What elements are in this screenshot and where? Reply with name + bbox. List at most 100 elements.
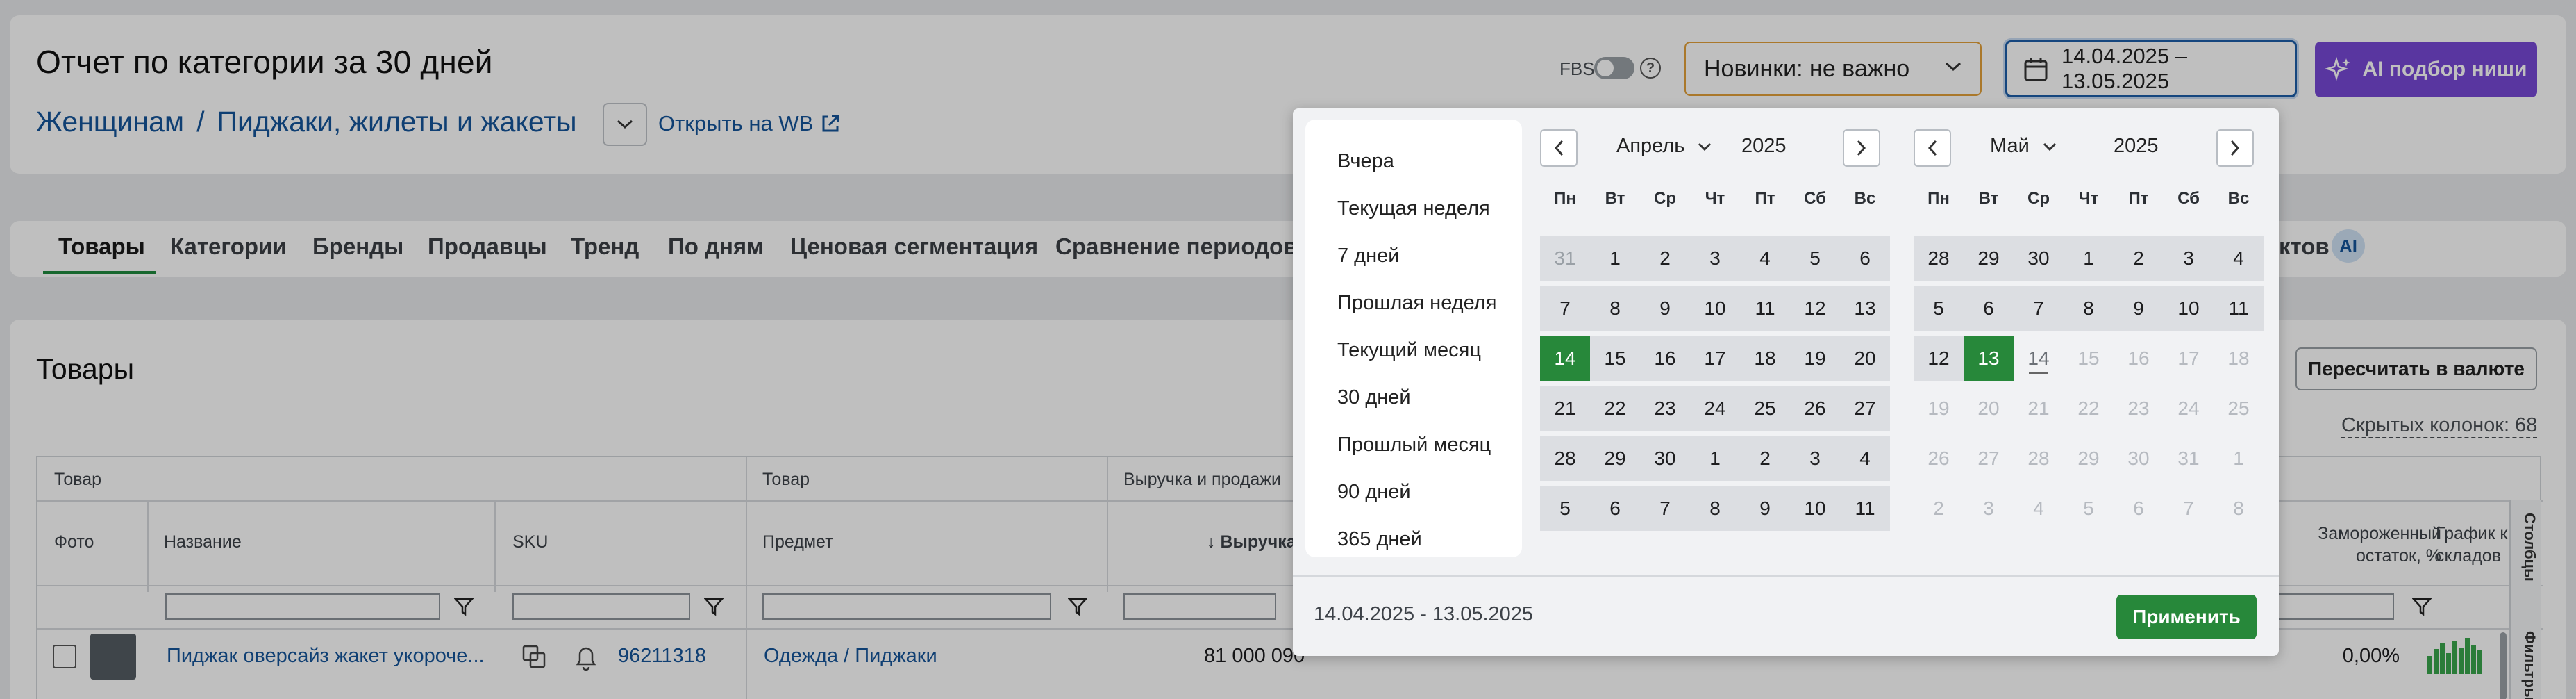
calendar-day[interactable]: 8 (1690, 486, 1740, 531)
calendar-day[interactable]: 8 (2214, 486, 2264, 531)
calendar-day[interactable]: 11 (2214, 286, 2264, 331)
preset-current-month[interactable]: Текущий месяц (1337, 339, 1481, 362)
calendar-day[interactable]: 4 (1740, 236, 1790, 281)
calendar-day[interactable]: 2 (1914, 486, 1964, 531)
calendar-day[interactable]: 7 (1540, 286, 1590, 331)
calendar-day[interactable]: 23 (2114, 386, 2164, 431)
calendar-day[interactable]: 5 (1540, 486, 1590, 531)
calendar-day[interactable]: 19 (1790, 336, 1840, 381)
calendar-day[interactable]: 24 (1690, 386, 1740, 431)
calendar-day[interactable]: 15 (2064, 336, 2114, 381)
prev-month-button[interactable] (1540, 129, 1578, 167)
calendar-day-today[interactable]: 14 (2014, 336, 2064, 381)
calendar-day[interactable]: 27 (1840, 386, 1890, 431)
calendar-day[interactable]: 22 (1590, 386, 1640, 431)
next-month-button[interactable] (1843, 129, 1880, 167)
calendar-day[interactable]: 5 (1914, 286, 1964, 331)
next-month-button-right[interactable] (2216, 129, 2254, 167)
calendar-day[interactable]: 11 (1840, 486, 1890, 531)
calendar-day[interactable]: 18 (2214, 336, 2264, 381)
preset-current-week[interactable]: Текущая неделя (1337, 197, 1490, 220)
calendar-day[interactable]: 8 (2064, 286, 2114, 331)
calendar-day[interactable]: 18 (1740, 336, 1790, 381)
calendar-day[interactable]: 2 (1640, 236, 1690, 281)
left-year-label[interactable]: 2025 (1741, 135, 1787, 158)
calendar-day[interactable]: 28 (1914, 236, 1964, 281)
preset-last-week[interactable]: Прошлая неделя (1337, 292, 1496, 315)
calendar-day[interactable]: 2 (2114, 236, 2164, 281)
calendar-day[interactable]: 19 (1914, 386, 1964, 431)
calendar-day[interactable]: 1 (1590, 236, 1640, 281)
calendar-day[interactable]: 7 (2014, 286, 2064, 331)
calendar-day[interactable]: 23 (1640, 386, 1690, 431)
right-year-label[interactable]: 2025 (2114, 135, 2159, 158)
calendar-day[interactable]: 5 (1790, 236, 1840, 281)
calendar-day[interactable]: 29 (2064, 436, 2114, 481)
calendar-day[interactable]: 7 (2164, 486, 2214, 531)
left-month-select[interactable]: Апрель (1616, 135, 1712, 158)
calendar-day[interactable]: 21 (1540, 386, 1590, 431)
calendar-day[interactable]: 21 (2014, 386, 2064, 431)
calendar-day[interactable]: 16 (2114, 336, 2164, 381)
calendar-day[interactable]: 20 (1964, 386, 2014, 431)
calendar-day[interactable]: 25 (2214, 386, 2264, 431)
prev-month-button-right[interactable] (1914, 129, 1951, 167)
preset-last-month[interactable]: Прошлый месяц (1337, 434, 1491, 457)
calendar-day[interactable]: 17 (2164, 336, 2214, 381)
calendar-day[interactable]: 30 (2014, 236, 2064, 281)
calendar-day[interactable]: 3 (1690, 236, 1740, 281)
calendar-day[interactable]: 9 (1640, 286, 1690, 331)
preset-yesterday[interactable]: Вчера (1337, 150, 1394, 173)
calendar-day[interactable]: 3 (1790, 436, 1840, 481)
calendar-day[interactable]: 6 (2114, 486, 2164, 531)
calendar-day[interactable]: 8 (1590, 286, 1640, 331)
calendar-day[interactable]: 26 (1914, 436, 1964, 481)
calendar-day[interactable]: 17 (1690, 336, 1740, 381)
calendar-day[interactable]: 30 (2114, 436, 2164, 481)
calendar-day[interactable]: 7 (1640, 486, 1690, 531)
preset-7-days[interactable]: 7 дней (1337, 245, 1399, 268)
calendar-day[interactable]: 11 (1740, 286, 1790, 331)
calendar-day[interactable]: 13 (1840, 286, 1890, 331)
calendar-day[interactable]: 25 (1740, 386, 1790, 431)
calendar-day[interactable]: 22 (2064, 386, 2114, 431)
calendar-day[interactable]: 1 (1690, 436, 1740, 481)
right-month-select[interactable]: Май (1990, 135, 2057, 158)
calendar-day[interactable]: 6 (1840, 236, 1890, 281)
preset-365-days[interactable]: 365 дней (1337, 528, 1422, 551)
calendar-day[interactable]: 31 (1540, 236, 1590, 281)
preset-90-days[interactable]: 90 дней (1337, 481, 1411, 504)
calendar-day[interactable]: 20 (1840, 336, 1890, 381)
calendar-day[interactable]: 6 (1590, 486, 1640, 531)
calendar-day[interactable]: 10 (1790, 486, 1840, 531)
calendar-day[interactable]: 5 (2064, 486, 2114, 531)
calendar-day[interactable]: 29 (1590, 436, 1640, 481)
calendar-day[interactable]: 4 (2214, 236, 2264, 281)
calendar-day[interactable]: 3 (1964, 486, 2014, 531)
calendar-day[interactable]: 1 (2064, 236, 2114, 281)
calendar-day[interactable]: 10 (2164, 286, 2214, 331)
calendar-day[interactable]: 15 (1590, 336, 1640, 381)
calendar-day[interactable]: 3 (2164, 236, 2214, 281)
calendar-day[interactable]: 30 (1640, 436, 1690, 481)
calendar-day[interactable]: 9 (1740, 486, 1790, 531)
calendar-day[interactable]: 16 (1640, 336, 1690, 381)
calendar-day[interactable]: 24 (2164, 386, 2214, 431)
calendar-day[interactable]: 1 (2214, 436, 2264, 481)
calendar-day[interactable]: 12 (1790, 286, 1840, 331)
calendar-day[interactable]: 9 (2114, 286, 2164, 331)
calendar-day[interactable]: 28 (1540, 436, 1590, 481)
calendar-day[interactable]: 27 (1964, 436, 2014, 481)
calendar-day[interactable]: 28 (2014, 436, 2064, 481)
calendar-day[interactable]: 4 (2014, 486, 2064, 531)
apply-button[interactable]: Применить (2116, 595, 2257, 639)
calendar-day[interactable]: 6 (1964, 286, 2014, 331)
calendar-day[interactable]: 4 (1840, 436, 1890, 481)
calendar-day[interactable]: 31 (2164, 436, 2214, 481)
calendar-day[interactable]: 26 (1790, 386, 1840, 431)
calendar-day[interactable]: 12 (1914, 336, 1964, 381)
calendar-day-range-end[interactable]: 13 (1964, 336, 2014, 381)
calendar-day[interactable]: 2 (1740, 436, 1790, 481)
calendar-day[interactable]: 10 (1690, 286, 1740, 331)
calendar-day-range-start[interactable]: 14 (1540, 336, 1590, 381)
